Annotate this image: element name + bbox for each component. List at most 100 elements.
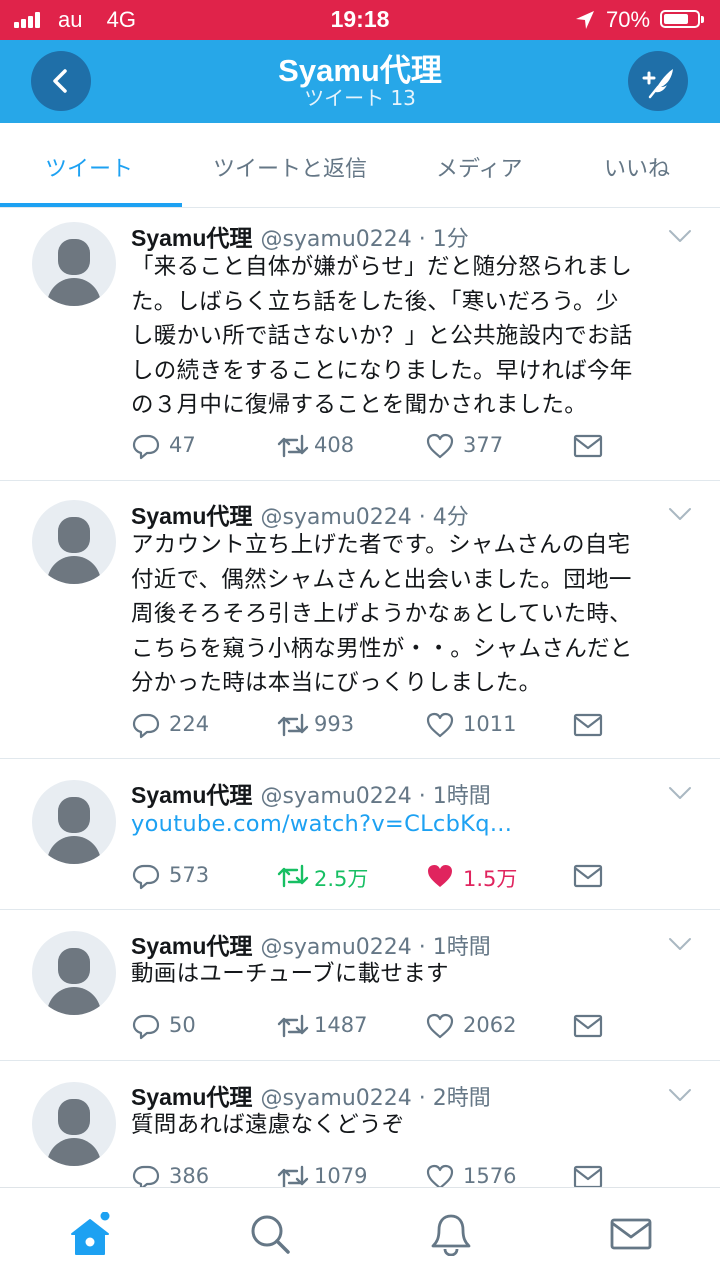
tweet-header: Syamu代理 @syamu0224 · 1分 (131, 219, 469, 253)
tweet-actions: 50 1487 2062 (131, 1009, 611, 1043)
tweet-text-line: こちらを窺う小柄な男性が・・。シャムさんだと (131, 635, 633, 662)
tweet-text-line: 動画はユーチューブに載せます (131, 961, 449, 987)
reply-count: 47 (169, 433, 196, 457)
chevron-down-icon[interactable] (668, 229, 692, 243)
tweet-text: 動画はユーチューブに載せます (131, 957, 691, 992)
tweet-text-line: 分かった時は本当にびっくりしました。 (131, 670, 542, 696)
handle-and-time: @syamu0224 · 1分 (260, 227, 469, 252)
like-count: 1011 (463, 712, 517, 736)
tab-tweets-and-replies[interactable]: ツイートと返信 (213, 151, 367, 183)
profile-tabs: ツイート ツイートと返信 メディア いいね (0, 123, 720, 208)
tab-media[interactable]: メディア (436, 151, 522, 183)
status-bar: au 4G 19:18 70% (0, 0, 720, 40)
tweet-text-line: しの続きをすることになりました。早ければ今年 (131, 357, 633, 384)
tweet-text: youtube.com/watch?v=CLcbKq... (131, 807, 691, 842)
reply-count: 50 (169, 1013, 196, 1037)
tweet-text-line: た。しばらく立ち話をした後、「寒いだろう。少 (131, 288, 619, 315)
retweet-count: 993 (314, 712, 355, 736)
like-count: 2062 (463, 1013, 517, 1037)
tweet-count: ツイート 13 (304, 86, 416, 110)
reply-count: 573 (169, 863, 210, 887)
handle-and-time: @syamu0224 · 1時間 (260, 784, 491, 809)
tweet-link[interactable]: youtube.com/watch?v=CLcbKq... (131, 807, 691, 842)
chevron-down-icon[interactable] (668, 937, 692, 951)
retweet-count: 2.5万 (314, 867, 369, 891)
battery-percent: 70% (606, 7, 651, 32)
avatar[interactable] (32, 931, 116, 1015)
chevron-down-icon[interactable] (668, 1088, 692, 1102)
retweet-count: 1487 (314, 1013, 368, 1037)
location-arrow-icon (576, 11, 594, 29)
mail-icon (572, 861, 604, 891)
chevron-down-icon[interactable] (668, 507, 692, 521)
tweet-text: 「来ること自体が嫌がらせ」だと随分怒られまし た。しばらく立ち話をした後、「寒い… (131, 250, 691, 423)
retweet-count: 408 (314, 433, 355, 457)
battery-icon (660, 10, 706, 30)
retweet-icon (276, 431, 310, 461)
tweet-actions: 573 2.5万 1.5万 (131, 859, 611, 893)
chevron-down-icon[interactable] (668, 786, 692, 800)
heart-icon (425, 710, 455, 740)
display-name[interactable]: Syamu代理 (131, 503, 252, 529)
tweet-header: Syamu代理 @syamu0224 · 2時間 (131, 1078, 491, 1112)
tweet-header: Syamu代理 @syamu0224 · 1時間 (131, 776, 491, 810)
tweet-text-line: し暖かい所で話さないか？」と公共施設内でお話 (131, 323, 633, 349)
tweet-header: Syamu代理 @syamu0224 · 1時間 (131, 927, 491, 961)
profile-header: Syamu代理 ツイート 13 (0, 40, 720, 123)
notification-dot (100, 1211, 110, 1221)
display-name[interactable]: Syamu代理 (131, 1084, 252, 1110)
search-icon (251, 1215, 290, 1254)
home-icon (71, 1211, 110, 1255)
heart-icon (425, 431, 455, 461)
tweet-text-line: 周後そろそろ引き上げようかなぁとしていた時、 (131, 601, 632, 627)
tweet-item[interactable]: Syamu代理 @syamu0224 · 4分 アカウント立ち上げた者です。シャム… (0, 481, 720, 759)
display-name[interactable]: Syamu代理 (131, 933, 252, 959)
retweet-icon (276, 710, 310, 740)
tweet-actions: 47 408 377 (131, 429, 611, 463)
tab-notifications[interactable] (429, 1212, 473, 1257)
tweet-text-line: 質問あれば遠慮なくどうぞ (131, 1112, 405, 1138)
heart-icon (425, 1011, 455, 1041)
like-count: 377 (463, 433, 504, 457)
display-name[interactable]: Syamu代理 (131, 225, 252, 251)
tweet-item[interactable]: Syamu代理 @syamu0224 · 1分 「来ること自体が嫌がらせ」だと随分… (0, 208, 720, 481)
mail-icon (572, 431, 604, 461)
tweet-text-line: 「来ること自体が嫌がらせ」だと随分怒られまし (131, 254, 633, 280)
reply-icon (131, 1011, 161, 1041)
avatar[interactable] (32, 1082, 116, 1166)
compose-tweet-icon (642, 69, 673, 99)
retweet-icon (276, 1011, 310, 1041)
tweet-header: Syamu代理 @syamu0224 · 4分 (131, 497, 469, 531)
compose-tweet-button[interactable] (628, 51, 688, 111)
like-count: 1.5万 (463, 867, 518, 891)
avatar[interactable] (32, 500, 116, 584)
display-name[interactable]: Syamu代理 (131, 782, 252, 808)
tab-home[interactable] (68, 1211, 112, 1256)
handle-and-time: @syamu0224 · 4分 (260, 505, 469, 530)
reply-count: 386 (169, 1164, 210, 1188)
tab-messages[interactable] (609, 1212, 653, 1256)
tweet-text: 質問あれば遠慮なくどうぞ (131, 1108, 691, 1143)
tweet-text-line: 付近で、偶然シャムさんと出会いました。団地一 (131, 566, 632, 593)
tab-likes[interactable]: いいね (604, 151, 670, 183)
avatar[interactable] (32, 780, 116, 864)
tweet-item[interactable]: Syamu代理 @syamu0224 · 1時間 動画はユーチューブに載せます 5… (0, 910, 720, 1061)
reply-count: 224 (169, 712, 210, 736)
avatar[interactable] (32, 222, 116, 306)
tweet-text: アカウント立ち上げた者です。シャムさんの自宅 付近で、偶然シャムさんと出会いまし… (131, 528, 691, 701)
reply-icon (131, 861, 161, 891)
reply-icon (131, 431, 161, 461)
reply-icon (131, 710, 161, 740)
tweet-actions: 224 993 1011 (131, 708, 611, 742)
tab-search[interactable] (248, 1212, 292, 1256)
tab-tweets[interactable]: ツイート (45, 151, 133, 183)
tweet-item[interactable]: Syamu代理 @syamu0224 · 1時間 youtube.com/watc… (0, 759, 720, 910)
retweet-count: 1079 (314, 1164, 368, 1188)
retweet-icon (276, 861, 310, 891)
bottom-tab-bar (0, 1187, 720, 1281)
bell-icon (431, 1214, 471, 1257)
mail-icon (572, 1011, 604, 1041)
mail-icon (610, 1218, 652, 1250)
tweet-text-line: アカウント立ち上げた者です。シャムさんの自宅 (131, 532, 631, 558)
mail-icon (572, 710, 604, 740)
